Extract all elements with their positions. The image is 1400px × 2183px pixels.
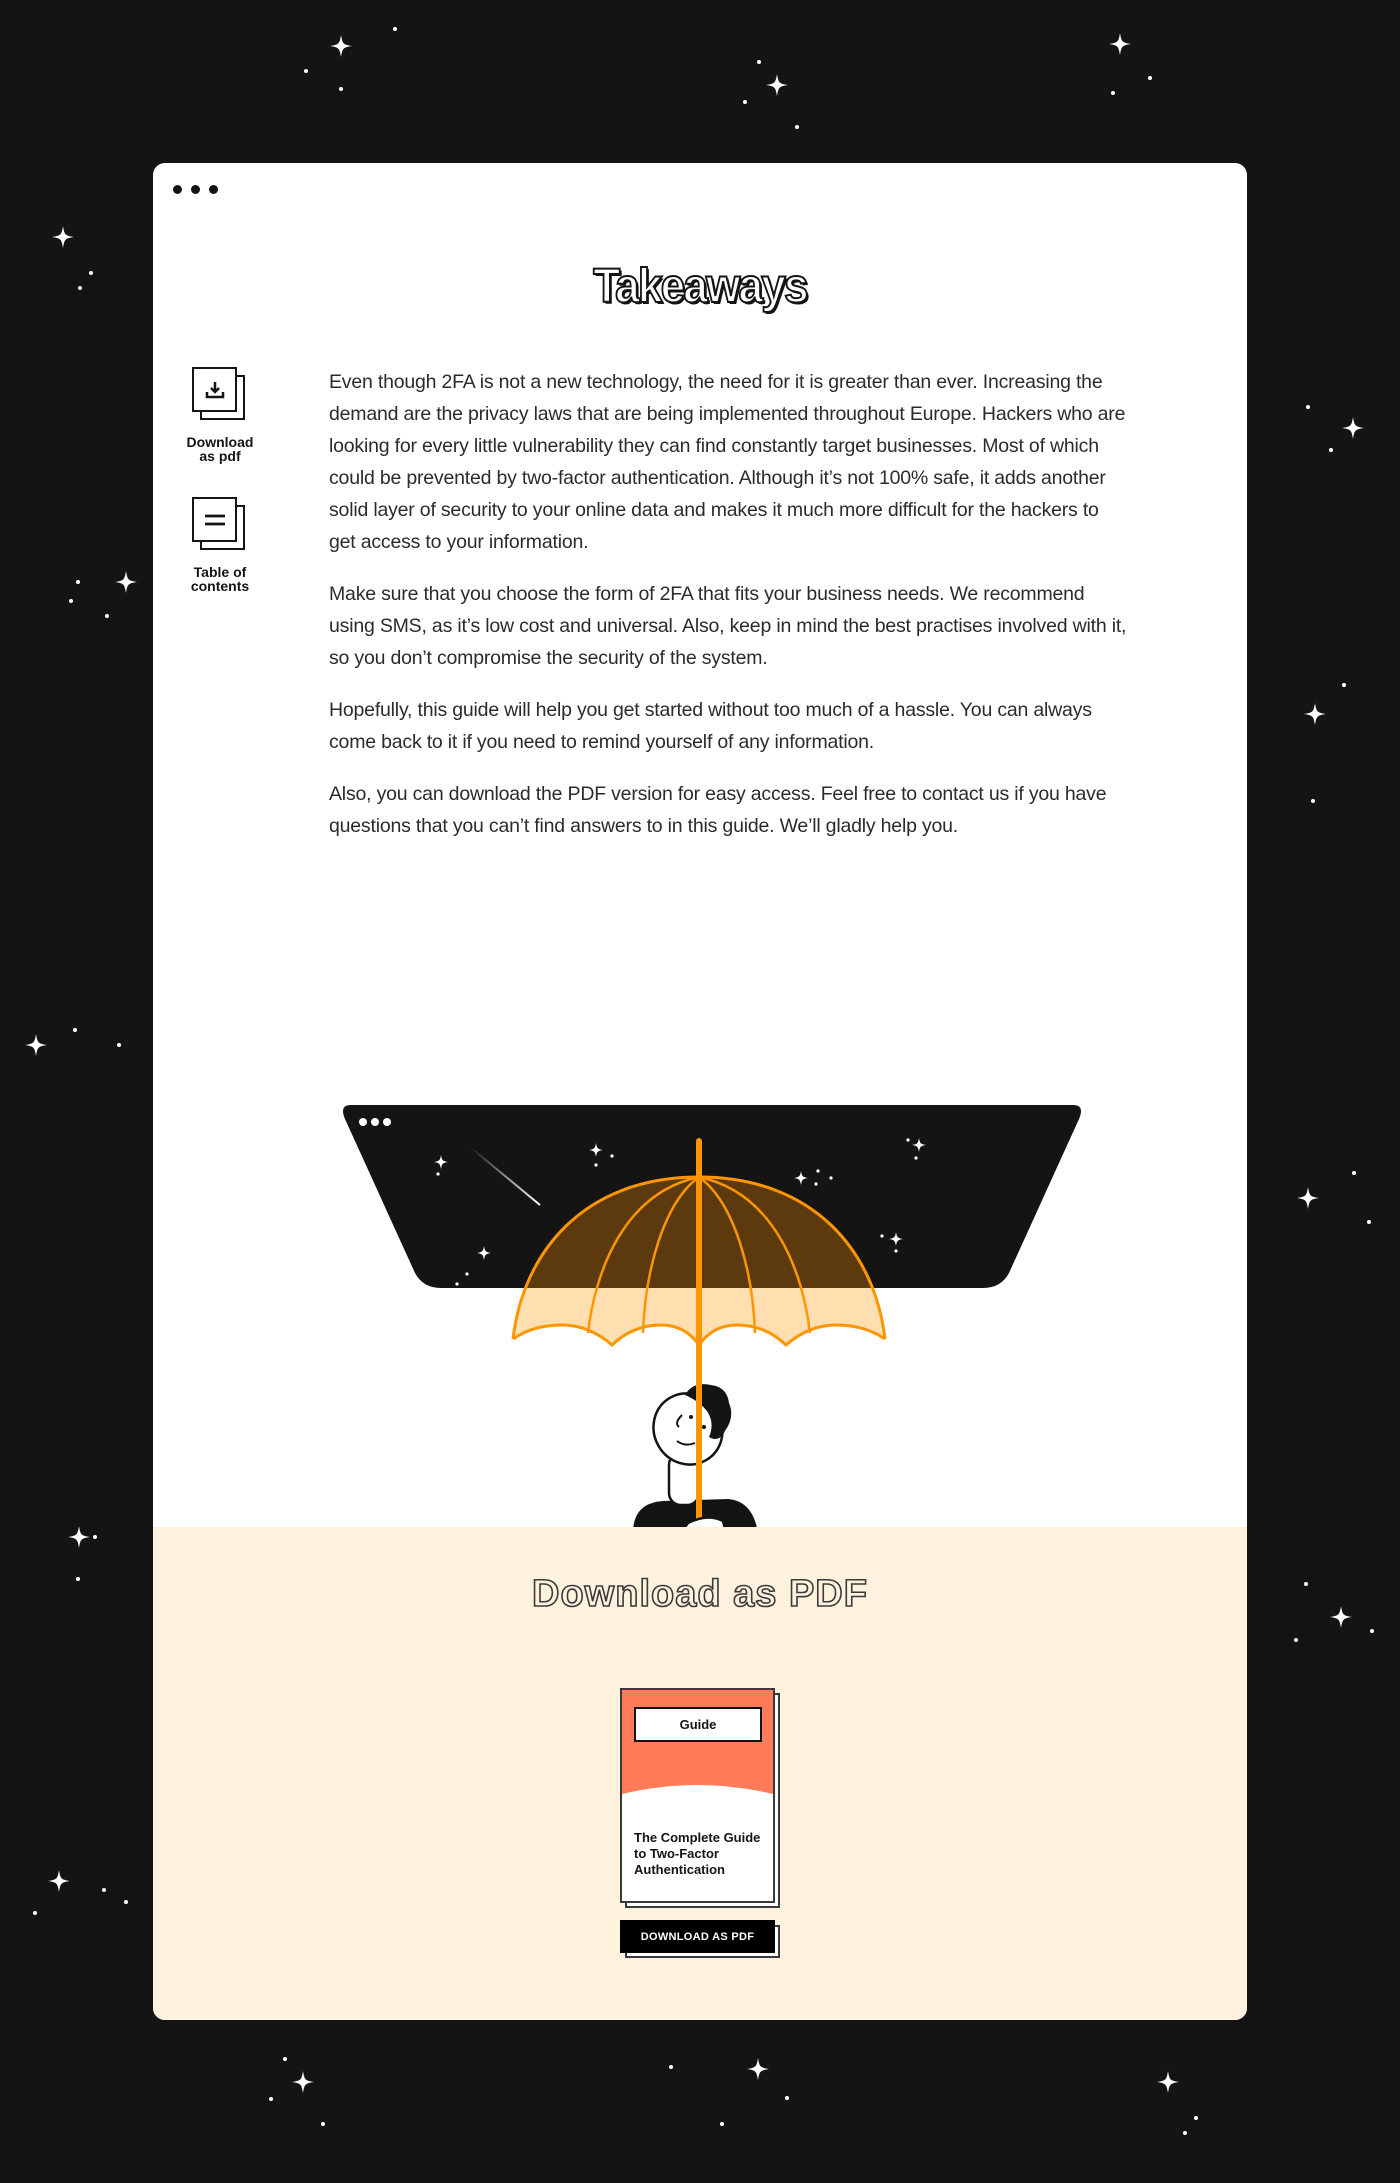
window-dot: [191, 185, 200, 194]
label-line: contents: [190, 578, 250, 594]
star-cluster-right: [1294, 405, 1374, 1642]
table-of-contents-link[interactable]: Table of contents: [180, 497, 260, 593]
window-controls: [173, 185, 218, 194]
book-title: The Complete Guide to Two-Factor Authent…: [634, 1830, 761, 1877]
label-line: Table of: [193, 564, 247, 580]
table-of-contents-icon: [192, 497, 248, 553]
book-tag: Guide: [634, 1707, 762, 1742]
star-cluster-bottom: [269, 2057, 1198, 2135]
window-dot: [173, 185, 182, 194]
download-icon: [192, 367, 248, 423]
page-title: Takeaways: [592, 259, 809, 314]
window-dot: [209, 185, 218, 194]
table-of-contents-label: Table of contents: [191, 565, 249, 593]
content-window: Takeaways Download as pdf Table of conte…: [153, 163, 1247, 2020]
paragraph: Hopefully, this guide will help you get …: [329, 699, 1092, 753]
star-cluster-top: [304, 27, 1152, 129]
guide-book-cover[interactable]: Guide The Complete Guide to Two-Factor A…: [620, 1688, 780, 1908]
paragraph: Also, you can download the PDF version f…: [329, 783, 1107, 837]
side-actions: Download as pdf Table of contents: [180, 367, 260, 627]
book-cover-wave: [622, 1785, 773, 1812]
paragraph: Even though 2FA is not a new technology,…: [329, 371, 1126, 553]
paragraph: Make sure that you choose the form of 2F…: [329, 583, 1127, 669]
star-cluster-left: [25, 226, 137, 1915]
label-line: as pdf: [199, 448, 241, 464]
download-pdf-link[interactable]: Download as pdf: [180, 367, 260, 463]
download-pdf-button[interactable]: DOWNLOAD AS PDF: [620, 1920, 780, 1958]
label-line: Download: [186, 434, 254, 450]
takeaways-body: Even though 2FA is not a new technology,…: [329, 366, 1129, 862]
download-pdf-label: Download as pdf: [187, 435, 254, 463]
download-pdf-heading: Download as PDF: [531, 1572, 868, 1616]
download-pdf-section: Download as PDF Guide The Complete Guide…: [153, 1527, 1247, 2020]
download-pdf-button-label: DOWNLOAD AS PDF: [620, 1920, 775, 1953]
